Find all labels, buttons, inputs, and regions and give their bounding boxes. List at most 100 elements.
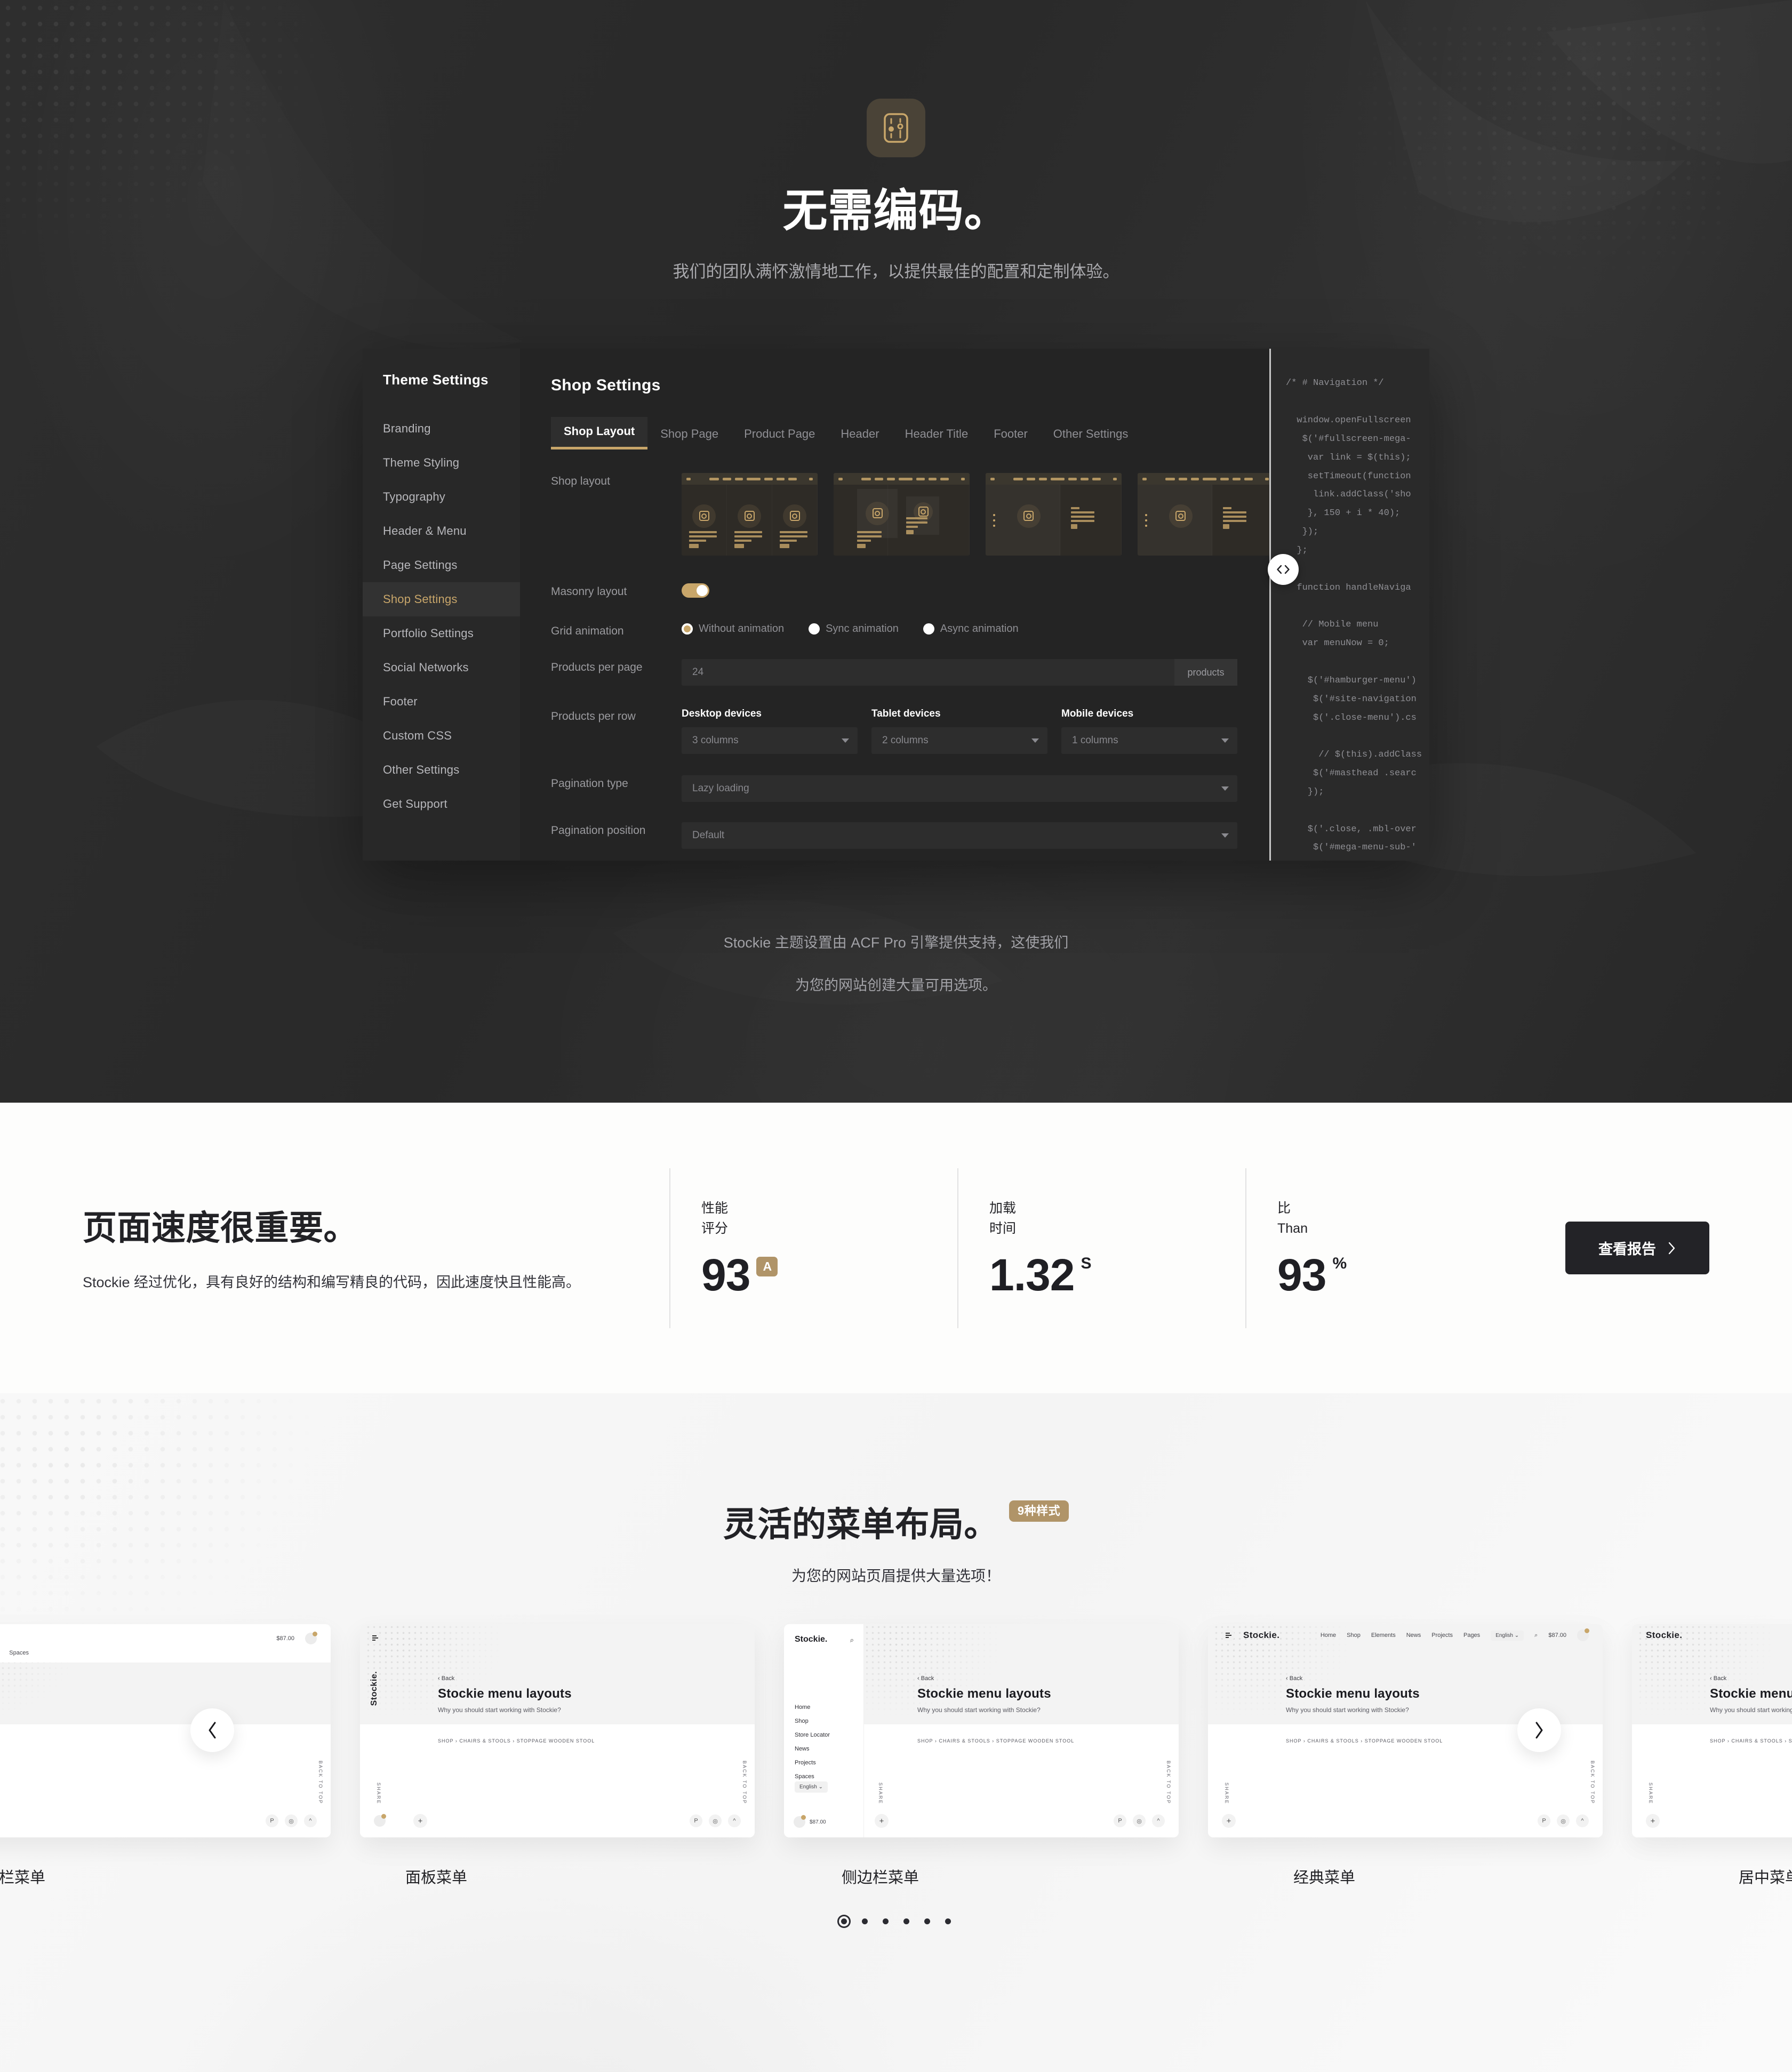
instagram-icon[interactable]: ◎	[285, 1814, 298, 1827]
cart-icon[interactable]	[374, 1814, 386, 1827]
tab-footer[interactable]: Footer	[981, 420, 1041, 449]
cart-icon[interactable]	[305, 1632, 317, 1644]
plus-icon[interactable]: +	[1222, 1814, 1236, 1828]
carousel-prev-button[interactable]	[190, 1708, 234, 1752]
hamburger-menu-icon[interactable]	[1222, 1629, 1235, 1642]
stat-value-row: 93 %	[1277, 1252, 1533, 1297]
carousel-dot-3[interactable]	[883, 1918, 889, 1924]
card-nav-item[interactable]: Spaces	[795, 1773, 830, 1780]
instagram-icon[interactable]: ◎	[709, 1814, 722, 1827]
tab-header-title[interactable]: Header Title	[892, 420, 981, 449]
sidebar-item-typography[interactable]: Typography	[363, 480, 520, 514]
list-item[interactable]: Stockie. ⌕ Home Shop Store Locator News …	[784, 1624, 1179, 1837]
hamburger-menu-icon[interactable]	[369, 1632, 381, 1644]
sidebar-item-footer[interactable]: Footer	[363, 685, 520, 719]
layout-option-list-right[interactable]	[1138, 473, 1269, 556]
card-nav-item[interactable]: News	[1406, 1632, 1421, 1639]
card-nav-item[interactable]: Spaces	[9, 1650, 29, 1656]
pagination-position-select[interactable]: Default	[682, 822, 1237, 849]
card-nav-item[interactable]: Elements	[1371, 1632, 1396, 1639]
carousel-dot-6[interactable]	[945, 1918, 951, 1924]
sidebar-item-theme-styling[interactable]: Theme Styling	[363, 446, 520, 480]
radio-sync-animation[interactable]: Sync animation	[809, 623, 899, 635]
radio-async-animation[interactable]: Async animation	[923, 623, 1019, 635]
layout-option-grid-3[interactable]	[682, 473, 818, 556]
carousel-dot-5[interactable]	[924, 1918, 930, 1924]
layout-option-masonry[interactable]	[834, 473, 970, 556]
plus-icon[interactable]: +	[875, 1814, 889, 1828]
language-selector[interactable]: English ⌄	[1491, 1630, 1524, 1641]
tablet-columns-select[interactable]: 2 columns	[871, 727, 1047, 754]
card-nav-item[interactable]: Shop	[1347, 1632, 1361, 1639]
sidebar-item-other-settings[interactable]: Other Settings	[363, 753, 520, 787]
pinterest-icon[interactable]: P	[690, 1814, 702, 1827]
back-link[interactable]: ‹ Back	[917, 1675, 1051, 1682]
pagination-type-select[interactable]: Lazy loading	[682, 775, 1237, 802]
tab-product-page[interactable]: Product Page	[731, 420, 828, 449]
back-to-top-icon[interactable]: ^	[1152, 1814, 1165, 1827]
thumb-text-lines	[689, 531, 717, 549]
back-to-top-icon[interactable]: ^	[304, 1814, 317, 1827]
pinterest-icon[interactable]: P	[266, 1814, 278, 1827]
card-nav-item[interactable]: Projects	[795, 1760, 830, 1766]
speed-stats: 性能 评分 93 A 加载 时间 1.32 S 比 Than 93 %	[669, 1168, 1533, 1328]
card-nav-item[interactable]: Pages	[1463, 1632, 1480, 1639]
thumb-topbar	[834, 473, 970, 485]
sidebar-item-get-support[interactable]: Get Support	[363, 787, 520, 821]
card-nav-item[interactable]: Home	[795, 1704, 830, 1710]
back-link[interactable]: ‹ Back	[438, 1675, 572, 1682]
sidebar-item-social-networks[interactable]: Social Networks	[363, 650, 520, 685]
sidebar-item-custom-css[interactable]: Custom CSS	[363, 719, 520, 753]
carousel-dot-2[interactable]	[862, 1918, 868, 1924]
card-nav-item[interactable]: Store Locator	[795, 1732, 830, 1738]
tab-shop-layout[interactable]: Shop Layout	[551, 417, 648, 450]
code-brackets-icon[interactable]	[1268, 554, 1299, 585]
pinterest-icon[interactable]: P	[1114, 1814, 1126, 1827]
view-report-button[interactable]: 查看报告	[1565, 1222, 1709, 1274]
back-to-top-icon[interactable]: ^	[728, 1814, 741, 1827]
carousel-dot-1[interactable]	[841, 1918, 847, 1924]
card-nav-item[interactable]: Projects	[1431, 1632, 1453, 1639]
stat-unit: S	[1081, 1255, 1092, 1272]
carousel-dot-4[interactable]	[903, 1918, 909, 1924]
card-nav-item[interactable]: Shop	[795, 1718, 830, 1724]
sidebar-item-page-settings[interactable]: Page Settings	[363, 548, 520, 582]
desktop-columns-select[interactable]: 3 columns	[682, 727, 858, 754]
panel-sidebar: Theme Settings Branding Theme Styling Ty…	[363, 349, 520, 861]
card-nav-item[interactable]: Home	[1321, 1632, 1336, 1639]
mobile-columns-select[interactable]: 1 columns	[1061, 727, 1237, 754]
layout-option-list-left[interactable]	[986, 473, 1122, 556]
card-nav-item[interactable]: News	[795, 1746, 830, 1752]
tab-other-settings[interactable]: Other Settings	[1041, 420, 1141, 449]
instagram-icon[interactable]: ◎	[1133, 1814, 1146, 1827]
sidebar-item-header-menu[interactable]: Header & Menu	[363, 514, 520, 548]
back-link[interactable]: ‹ Back	[1286, 1675, 1420, 1682]
back-link[interactable]: ‹ Back	[1710, 1675, 1792, 1682]
back-to-top-icon[interactable]: ^	[1576, 1814, 1589, 1827]
carousel-next-button[interactable]	[1517, 1708, 1561, 1752]
products-per-page-input[interactable]: 24 products	[682, 659, 1237, 686]
view-report-label: 查看报告	[1598, 1241, 1656, 1257]
sidebar-item-portfolio-settings[interactable]: Portfolio Settings	[363, 616, 520, 650]
tab-header[interactable]: Header	[828, 420, 892, 449]
pinterest-icon[interactable]: P	[1538, 1814, 1550, 1827]
sidebar-item-shop-settings[interactable]: Shop Settings	[363, 582, 520, 617]
plus-icon[interactable]: +	[1646, 1814, 1660, 1828]
list-item[interactable]: Stockie. $87.00 ‹ Back Stockie menu layo…	[1632, 1624, 1792, 1837]
back-to-top-label: BACK TO TOP	[1166, 1761, 1171, 1804]
tab-shop-page[interactable]: Shop Page	[647, 420, 731, 449]
search-icon[interactable]: ⌕	[1534, 1632, 1538, 1639]
list-item[interactable]: Stockie. $87.00 News Projects Spaces	[0, 1624, 331, 1837]
search-icon[interactable]: ⌕	[850, 1636, 854, 1644]
plus-icon[interactable]: +	[413, 1814, 427, 1828]
radio-without-animation[interactable]: Without animation	[682, 623, 784, 635]
instagram-icon[interactable]: ◎	[1557, 1814, 1570, 1827]
cart-icon[interactable]	[794, 1815, 806, 1828]
menu-layouts-carousel[interactable]: Stockie. $87.00 News Projects Spaces	[0, 1624, 1792, 1853]
list-item[interactable]: Stockie. ‹ Back Stockie menu layouts Why…	[360, 1624, 755, 1837]
cart-icon[interactable]	[1577, 1628, 1589, 1641]
language-selector[interactable]: English ⌄	[795, 1781, 828, 1793]
masonry-layout-toggle[interactable]	[682, 583, 709, 598]
sidebar-item-branding[interactable]: Branding	[363, 412, 520, 446]
no-coding-hero-section: 无需编码。 我们的团队满怀激情地工作，以提供最佳的配置和定制体验。 Theme …	[0, 0, 1792, 1103]
